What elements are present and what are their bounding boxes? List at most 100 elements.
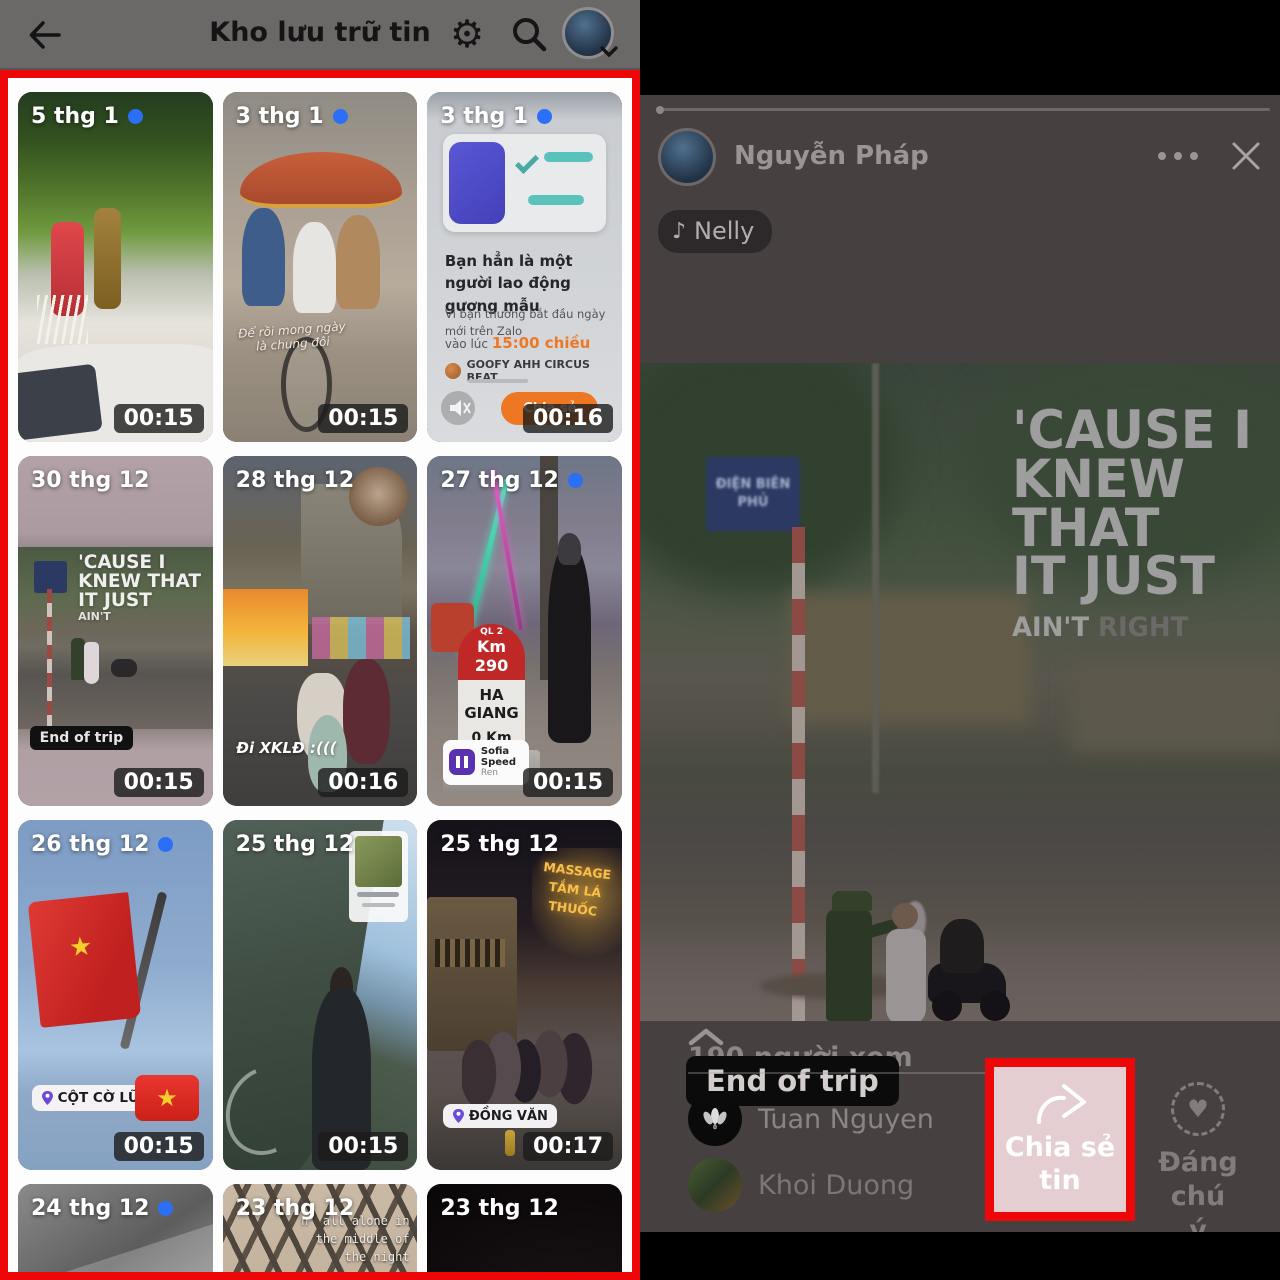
avatar[interactable] — [658, 128, 716, 186]
checklist-illustration — [443, 134, 607, 232]
unread-dot — [128, 109, 143, 124]
story-tile[interactable]: 25 thg 12 00:15 — [223, 820, 418, 1170]
photo-decor — [491, 471, 523, 630]
photo-decor — [932, 991, 962, 1021]
story-tile[interactable]: QL 2Km 290 HA GIANG0 Km Sofia SpeedRen 2… — [427, 456, 622, 806]
story-photo: ĐIỆN BIÊN PHỦ 'CAUSE I KNEW THAT IT JUST… — [640, 363, 1280, 1021]
story-thumbnail: 'CAUSE I KNEW THAT IT JUST AIN'T End of … — [18, 456, 213, 806]
story-tile[interactable]: MASSAGE TẮM LÁ THUỐC ĐỒNG VĂN 25 thg 12 … — [427, 820, 622, 1170]
photo-decor — [312, 617, 409, 659]
annotation-highlight-box: 5 thg 1 00:15 Để rồi mong ngày là chung … — [0, 70, 640, 1280]
settings-icon[interactable]: ⚙ — [446, 13, 488, 55]
photo-decor — [293, 222, 336, 313]
story-duration: 00:15 — [114, 1132, 204, 1161]
bride-figure — [886, 929, 926, 1021]
story-duration: 00:16 — [318, 768, 408, 797]
avatar — [688, 1158, 742, 1212]
story-date: 27 thg 12 — [440, 468, 582, 493]
unread-dot — [158, 1201, 173, 1216]
story-duration: 00:15 — [114, 404, 204, 433]
street-sign: ĐIỆN BIÊN PHỦ — [706, 457, 800, 531]
top-letterbox — [640, 0, 1280, 95]
story-duration: 00:15 — [523, 768, 613, 797]
story-thumbnail: QL 2Km 290 HA GIANG0 Km Sofia SpeedRen — [427, 456, 622, 806]
story-date: 28 thg 12 — [236, 468, 354, 493]
music-sticker: Sofia SpeedRen — [443, 740, 529, 786]
photo-decor — [37, 295, 88, 344]
story-tile[interactable]: 5 thg 1 00:15 — [18, 92, 213, 442]
share-story-button[interactable]: Chia sẻtin — [985, 1058, 1135, 1221]
inset-photo-circle — [349, 467, 407, 527]
photo-decor — [435, 939, 505, 967]
photo-decor — [872, 363, 879, 793]
album-art — [355, 836, 402, 887]
story-tile[interactable]: AND THAT WAS 24 thg 12 — [18, 1184, 213, 1280]
story-date: 5 thg 1 — [31, 104, 143, 129]
search-icon[interactable] — [508, 13, 550, 55]
story-progress-bar — [658, 108, 1270, 111]
story-title-pill: End of trip — [686, 1056, 899, 1106]
story-author-name: Nguyễn Pháp — [734, 141, 929, 171]
screenshot: Kho lưu trữ tin ⚙ — [0, 0, 1280, 1280]
song-icon — [445, 363, 461, 379]
vietnam-flag-graphic: ★ — [27, 892, 141, 1028]
photo-decor — [336, 215, 381, 310]
story-tile[interactable]: ★ CỘT CỜ LŨNG CÚ ★ 26 thg 12 00:15 — [18, 820, 213, 1170]
avatar[interactable] — [562, 7, 614, 59]
music-note-icon: ♪ — [672, 219, 686, 244]
story-tile[interactable]: 23 thg 12 — [427, 1184, 622, 1280]
story-duration: 00:15 — [318, 1132, 408, 1161]
chevron-down-icon — [599, 44, 619, 60]
photo-decor — [980, 991, 1010, 1021]
story-thumbnail — [18, 92, 213, 442]
story-thumbnail — [223, 820, 418, 1170]
photo-decor — [558, 533, 581, 565]
lotus-icon — [699, 1103, 731, 1135]
story-thumbnail: Để rồi mong ngày là chung đôi — [223, 92, 418, 442]
photo-decor — [94, 208, 121, 310]
more-options-icon[interactable] — [1158, 152, 1198, 160]
photo-decor — [357, 892, 399, 897]
story-header: Nguyễn Pháp — [640, 126, 1280, 190]
story-tile[interactable]: Để rồi mong ngày là chung đôi 3 thg 1 00… — [223, 92, 418, 442]
bride-figure — [84, 642, 99, 684]
story-date: 25 thg 12 — [236, 832, 354, 857]
striped-pole-graphic — [47, 589, 52, 729]
story-tile[interactable]: Đi XKLĐ :((( 28 thg 12 00:16 — [223, 456, 418, 806]
neon-sign-text: MASSAGE TẮM LÁ THUỐC — [533, 857, 617, 922]
photo-decor — [242, 208, 285, 306]
story-date: 23 thg 12 — [440, 1196, 558, 1221]
music-pill[interactable]: ♪ Nelly — [658, 210, 772, 253]
photo-decor — [18, 1216, 213, 1280]
story-date: 24 thg 12 — [31, 1196, 173, 1221]
story-date: 25 thg 12 — [440, 832, 558, 857]
story-tile[interactable]: Bạn hẳn là một người lao động gương mẫu … — [427, 92, 622, 442]
story-title-pill: End of trip — [30, 726, 133, 750]
pin-icon — [452, 1108, 465, 1124]
close-icon[interactable] — [1228, 138, 1264, 174]
story-tile[interactable]: 'CAUSE I KNEW THAT IT JUST AIN'T End of … — [18, 456, 213, 806]
story-tile[interactable]: n' all alone in the middle of the night … — [223, 1184, 418, 1280]
photo-decor — [449, 142, 505, 224]
notable-button[interactable]: ♥ Đáng chúý — [1148, 1082, 1248, 1247]
story-duration: 00:16 — [523, 404, 613, 433]
story-duration: 00:17 — [523, 1132, 613, 1161]
card-time: vào lúc 15:00 chiều — [445, 334, 591, 352]
archive-topbar: Kho lưu trữ tin ⚙ — [0, 0, 640, 70]
unread-dot — [568, 473, 583, 488]
photo-decor — [892, 903, 918, 929]
story-date: 30 thg 12 — [31, 468, 149, 493]
km-milestone-graphic: QL 2Km 290 HA GIANG0 Km — [458, 624, 524, 750]
progress-dot — [656, 106, 664, 114]
person-figure — [548, 547, 591, 743]
photo-decor — [544, 152, 593, 162]
photo-decor — [790, 593, 1030, 723]
mute-icon[interactable] — [441, 391, 475, 425]
photo-decor — [362, 903, 395, 907]
story-thumbnail: ★ CỘT CỜ LŨNG CÚ ★ — [18, 820, 213, 1170]
story-caption: Để rồi mong ngày là chung đôi — [233, 319, 351, 355]
music-icon — [449, 749, 475, 775]
unread-dot — [537, 109, 552, 124]
story-date: 26 thg 12 — [31, 832, 173, 857]
rider-figure — [940, 919, 984, 973]
